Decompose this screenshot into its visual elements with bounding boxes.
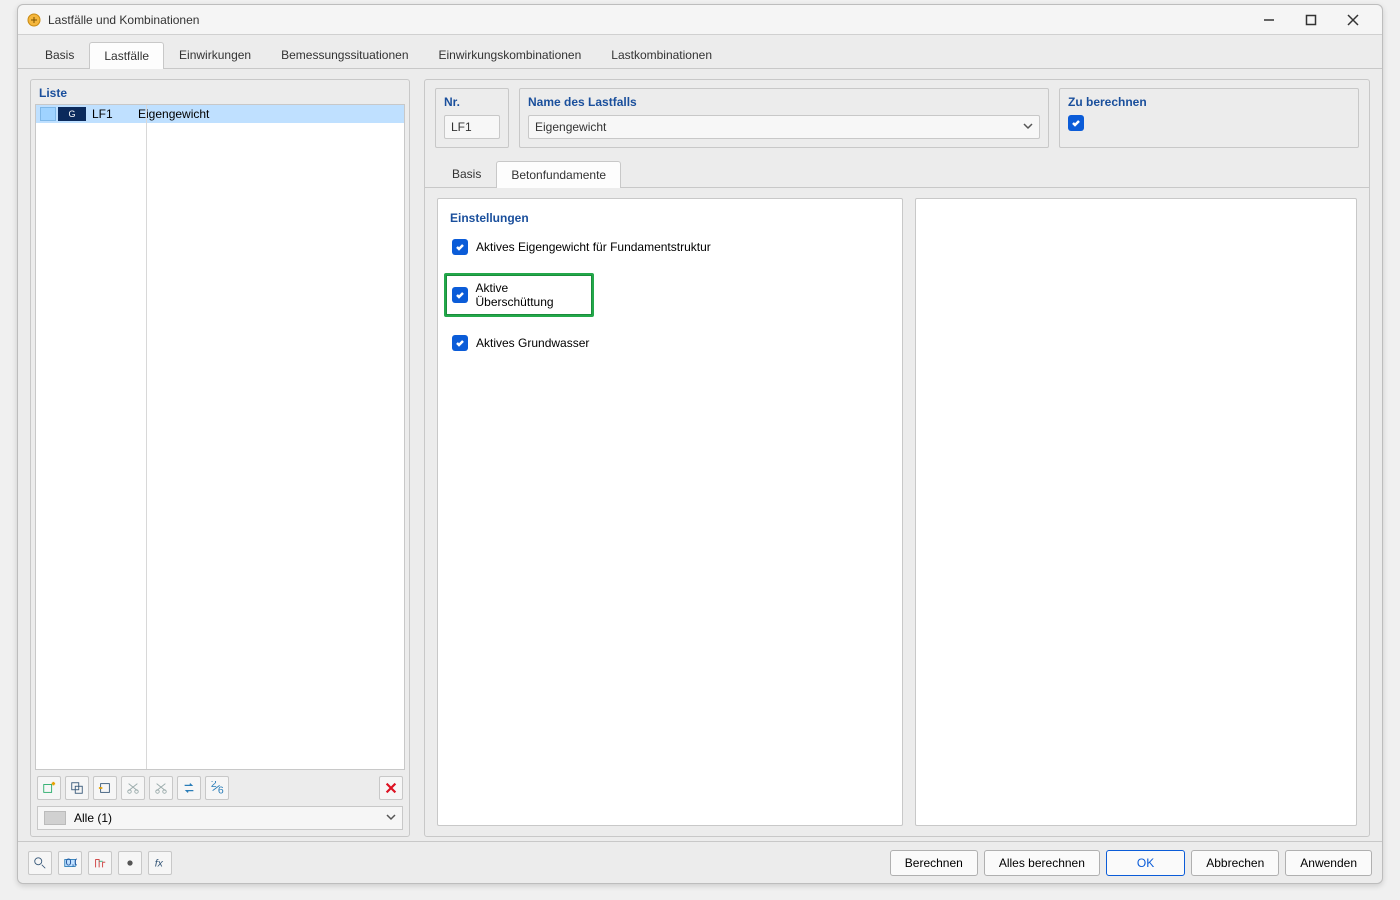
filter-select[interactable]: Alle (1): [37, 806, 403, 830]
svg-text:2: 2: [211, 781, 217, 790]
close-button[interactable]: [1332, 6, 1374, 34]
record-icon[interactable]: [118, 851, 142, 875]
svg-text:0,00: 0,00: [66, 856, 77, 868]
checkbox-ueberschuettung[interactable]: [452, 287, 468, 303]
settings-title: Einstellungen: [450, 211, 890, 225]
load-case-name: Eigengewicht: [138, 107, 404, 121]
delete-icon[interactable]: [379, 776, 403, 800]
structure-icon[interactable]: [88, 851, 112, 875]
group-nr: Nr. LF1: [435, 88, 509, 148]
subtab-basis[interactable]: Basis: [437, 160, 496, 187]
precision-icon[interactable]: 0,00: [58, 851, 82, 875]
checkbox-grundwasser[interactable]: [452, 335, 468, 351]
insert-icon[interactable]: [93, 776, 117, 800]
label-eigengewicht: Aktives Eigengewicht für Fundamentstrukt…: [476, 240, 711, 254]
list-heading: Liste: [31, 80, 409, 102]
app-icon: [26, 12, 42, 28]
group-name: Name des Lastfalls Eigengewicht: [519, 88, 1049, 148]
alles-berechnen-button[interactable]: Alles berechnen: [984, 850, 1100, 876]
swap-icon[interactable]: [177, 776, 201, 800]
abbrechen-button[interactable]: Abbrechen: [1191, 850, 1279, 876]
cut-alt-icon[interactable]: [149, 776, 173, 800]
option-grundwasser: Aktives Grundwasser: [450, 333, 890, 353]
preview-panel: [915, 198, 1357, 826]
new-item-icon[interactable]: [37, 776, 61, 800]
list-item[interactable]: G LF1 Eigengewicht: [36, 105, 404, 123]
checkbox-eigengewicht[interactable]: [452, 239, 468, 255]
renumber-icon[interactable]: 26: [205, 776, 229, 800]
filter-label: Alle (1): [74, 811, 112, 825]
search-icon[interactable]: [28, 851, 52, 875]
main-tabs: Basis Lastfälle Einwirkungen Bemessungss…: [18, 35, 1382, 69]
checkbox-calc[interactable]: [1068, 115, 1084, 131]
label-ueberschuettung: Aktive Überschüttung: [476, 281, 587, 309]
label-calc: Zu berechnen: [1068, 95, 1350, 109]
color-swatch: [40, 107, 56, 121]
tab-einwirkungskombinationen[interactable]: Einwirkungskombinationen: [424, 41, 597, 68]
input-nr[interactable]: LF1: [444, 115, 500, 139]
tab-bemessungssituationen[interactable]: Bemessungssituationen: [266, 41, 423, 68]
subtab-betonfundamente[interactable]: Betonfundamente: [496, 161, 621, 188]
load-case-list[interactable]: G LF1 Eigengewicht: [35, 104, 405, 770]
bottom-bar: 0,00 fx Berechnen Alles berechnen OK Abb…: [18, 841, 1382, 883]
tab-lastfaelle[interactable]: Lastfälle: [89, 42, 164, 69]
load-case-code: LF1: [92, 107, 138, 121]
minimize-button[interactable]: [1248, 6, 1290, 34]
duplicate-icon[interactable]: [65, 776, 89, 800]
sub-tabs: Basis Betonfundamente: [425, 156, 1369, 188]
option-ueberschuettung: Aktive Überschüttung: [444, 273, 594, 317]
titlebar: Lastfälle und Kombinationen: [18, 5, 1382, 35]
filter-swatch: [44, 811, 66, 825]
list-toolbar: 26: [31, 772, 409, 804]
select-name[interactable]: Eigengewicht: [528, 115, 1040, 139]
chevron-down-icon: [1023, 120, 1033, 134]
label-nr: Nr.: [444, 95, 500, 109]
category-badge: G: [58, 107, 86, 121]
anwenden-button[interactable]: Anwenden: [1285, 850, 1372, 876]
cut-icon[interactable]: [121, 776, 145, 800]
option-eigengewicht: Aktives Eigengewicht für Fundamentstrukt…: [450, 237, 890, 257]
list-panel: Liste G LF1 Eigengewicht 26: [30, 79, 410, 837]
chevron-down-icon: [386, 811, 396, 825]
function-icon[interactable]: fx: [148, 851, 172, 875]
tab-lastkombinationen[interactable]: Lastkombinationen: [596, 41, 727, 68]
maximize-button[interactable]: [1290, 6, 1332, 34]
settings-panel: Einstellungen Aktives Eigengewicht für F…: [437, 198, 903, 826]
label-grundwasser: Aktives Grundwasser: [476, 336, 589, 350]
tab-basis[interactable]: Basis: [30, 41, 89, 68]
svg-text:fx: fx: [155, 857, 164, 869]
details-panel: Nr. LF1 Name des Lastfalls Eigengewicht …: [424, 79, 1370, 837]
window-title: Lastfälle und Kombinationen: [48, 13, 1248, 27]
tab-einwirkungen[interactable]: Einwirkungen: [164, 41, 266, 68]
label-name: Name des Lastfalls: [528, 95, 1040, 109]
group-calc: Zu berechnen: [1059, 88, 1359, 148]
berechnen-button[interactable]: Berechnen: [890, 850, 978, 876]
ok-button[interactable]: OK: [1106, 850, 1185, 876]
